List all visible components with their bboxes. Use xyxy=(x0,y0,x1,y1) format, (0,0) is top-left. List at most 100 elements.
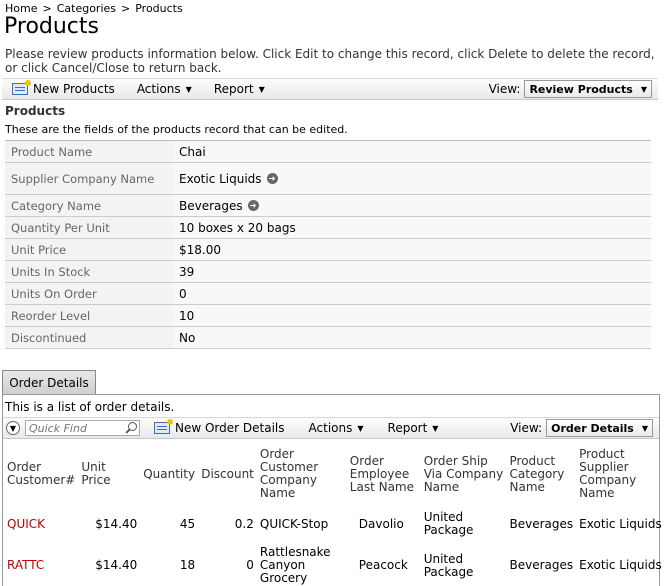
cell-supplier-company: Exotic Liquids xyxy=(579,558,662,572)
field-value: 0 xyxy=(173,283,651,304)
search-icon[interactable] xyxy=(124,421,138,435)
actions-menu[interactable]: Actions ▼ xyxy=(137,82,192,96)
field-value: No xyxy=(173,327,651,348)
tab-order-details[interactable]: Order Details xyxy=(2,370,96,394)
grid-toolbar: ▼ New Order Details Actions ▼ Report ▼ Vie… xyxy=(3,417,659,439)
field-value: Chai xyxy=(173,141,651,162)
field-value: 39 xyxy=(173,261,651,282)
field-value: Exotic Liquids ➜ xyxy=(173,163,651,194)
view-value: Review Products xyxy=(529,82,633,96)
view-selector[interactable]: Order Details ▼ xyxy=(546,419,653,437)
column-header[interactable]: Order Customer# xyxy=(4,444,78,504)
form-section-description: These are the fields of the products rec… xyxy=(5,123,348,136)
field-units-in-stock: Units In Stock 39 xyxy=(5,261,651,283)
field-label: Reorder Level xyxy=(11,308,91,323)
field-label: Units On Order xyxy=(11,286,97,301)
caret-down-icon: ▼ xyxy=(185,84,192,94)
table-row[interactable]: RATTC $14.40 18 0 Rattlesnake Canyon Gro… xyxy=(4,544,666,586)
cell-discount: 0.2 xyxy=(234,516,254,531)
go-arrow-icon[interactable]: ➜ xyxy=(266,173,278,184)
column-header[interactable]: Unit Price xyxy=(78,444,140,504)
field-label: Units In Stock xyxy=(11,264,91,279)
field-value: Beverages ➜ xyxy=(173,195,651,216)
supplier-company-value: Exotic Liquids xyxy=(179,171,262,186)
order-details-grid: Order Customer# Unit Price Quantity Disc… xyxy=(4,444,666,586)
view-value: Order Details xyxy=(551,421,634,435)
cell-customer-company: QUICK-Stop xyxy=(259,516,329,531)
field-supplier-company-name: Supplier Company Name Exotic Liquids ➜ xyxy=(5,163,651,195)
column-header[interactable]: Product Category Name xyxy=(507,444,577,504)
field-label: Quantity Per Unit xyxy=(11,220,110,235)
product-name-value: Chai xyxy=(179,144,206,159)
report-label: Report xyxy=(213,82,254,96)
new-products-label: New Products xyxy=(33,82,115,96)
cell-unit-price: $14.40 xyxy=(95,558,138,572)
field-units-on-order: Units On Order 0 xyxy=(5,283,651,305)
breadcrumb-current: Products xyxy=(135,2,183,15)
view-label: View: xyxy=(488,82,521,96)
actions-label: Actions xyxy=(136,82,181,96)
breadcrumb-separator: > xyxy=(121,2,131,15)
units-in-stock-value: 39 xyxy=(179,264,195,279)
quick-find-input[interactable] xyxy=(25,420,140,436)
caret-down-icon: ▼ xyxy=(357,423,364,433)
chevron-down-icon: ▼ xyxy=(641,423,648,433)
column-header[interactable]: Quantity xyxy=(140,444,198,504)
cell-discount: 0 xyxy=(246,558,254,572)
column-header[interactable]: Order Employee Last Name xyxy=(347,444,421,504)
actions-menu[interactable]: Actions ▼ xyxy=(309,421,364,435)
form-section-title: Products xyxy=(5,104,66,118)
view-selector[interactable]: Review Products ▼ xyxy=(524,80,652,98)
caret-down-icon: ▼ xyxy=(258,84,265,94)
new-products-button[interactable]: New Products xyxy=(12,80,115,96)
quantity-per-unit-value: 10 boxes x 20 bags xyxy=(179,220,296,235)
field-label: Unit Price xyxy=(11,242,67,257)
cell-employee-last-name: Davolio xyxy=(358,516,404,531)
go-arrow-icon[interactable]: ➜ xyxy=(247,200,259,211)
column-header[interactable]: Order Ship Via Company Name xyxy=(421,444,507,504)
field-product-name: Product Name Chai xyxy=(5,141,651,163)
unit-price-value: $18.00 xyxy=(179,242,221,257)
field-reorder-level: Reorder Level 10 xyxy=(5,305,651,327)
column-header[interactable]: Product Supplier Company Name xyxy=(576,444,666,504)
new-record-icon xyxy=(12,80,31,95)
units-on-order-value: 0 xyxy=(179,286,187,301)
list-description: This is a list of order details. xyxy=(5,400,175,414)
cell-unit-price: $14.40 xyxy=(95,516,138,531)
field-label: Supplier Company Name xyxy=(11,171,155,186)
product-form: Product Name Chai Supplier Company Name … xyxy=(5,140,651,349)
field-label: Category Name xyxy=(11,198,102,213)
customer-link[interactable]: RATTC xyxy=(4,544,78,586)
cell-ship-via: United Package xyxy=(423,551,474,579)
cell-ship-via: United Package xyxy=(423,510,474,537)
cell-quantity: 45 xyxy=(179,516,196,531)
customer-link[interactable]: QUICK xyxy=(4,504,78,544)
new-record-icon xyxy=(154,419,173,434)
cell-supplier-company: Exotic Liquids xyxy=(579,516,662,531)
field-quantity-per-unit: Quantity Per Unit 10 boxes x 20 bags xyxy=(5,217,651,239)
page-title: Products xyxy=(4,14,99,39)
view-label: View: xyxy=(510,421,543,435)
field-category-name: Category Name Beverages ➜ xyxy=(5,195,651,217)
chevron-down-icon: ▼ xyxy=(640,84,647,94)
category-name-value: Beverages xyxy=(179,198,243,213)
column-header[interactable]: Discount xyxy=(198,444,257,504)
form-toolbar: New Products Actions ▼ Report ▼ View: Revi… xyxy=(2,78,658,100)
column-header[interactable]: Order Customer Company Name xyxy=(257,444,347,504)
chevron-down-icon[interactable]: ▼ xyxy=(6,421,20,435)
cell-employee-last-name: Peacock xyxy=(358,558,408,572)
cell-customer-company: Rattlesnake Canyon Grocery xyxy=(259,545,331,585)
caret-down-icon: ▼ xyxy=(432,423,439,433)
new-order-details-button[interactable]: New Order Details xyxy=(154,419,285,435)
report-menu[interactable]: Report ▼ xyxy=(388,421,439,435)
field-unit-price: Unit Price $18.00 xyxy=(5,239,651,261)
table-row[interactable]: QUICK $14.40 45 0.2 QUICK-Stop Davolio U… xyxy=(4,504,666,544)
field-label: Product Name xyxy=(11,144,93,159)
field-label: Discontinued xyxy=(11,330,87,345)
report-menu[interactable]: Report ▼ xyxy=(214,82,265,96)
grid-header-row: Order Customer# Unit Price Quantity Disc… xyxy=(4,444,666,504)
actions-label: Actions xyxy=(308,421,353,435)
discontinued-value: No xyxy=(179,330,196,345)
page-intro: Please review products information below… xyxy=(5,47,655,75)
cell-quantity: 18 xyxy=(179,558,196,572)
